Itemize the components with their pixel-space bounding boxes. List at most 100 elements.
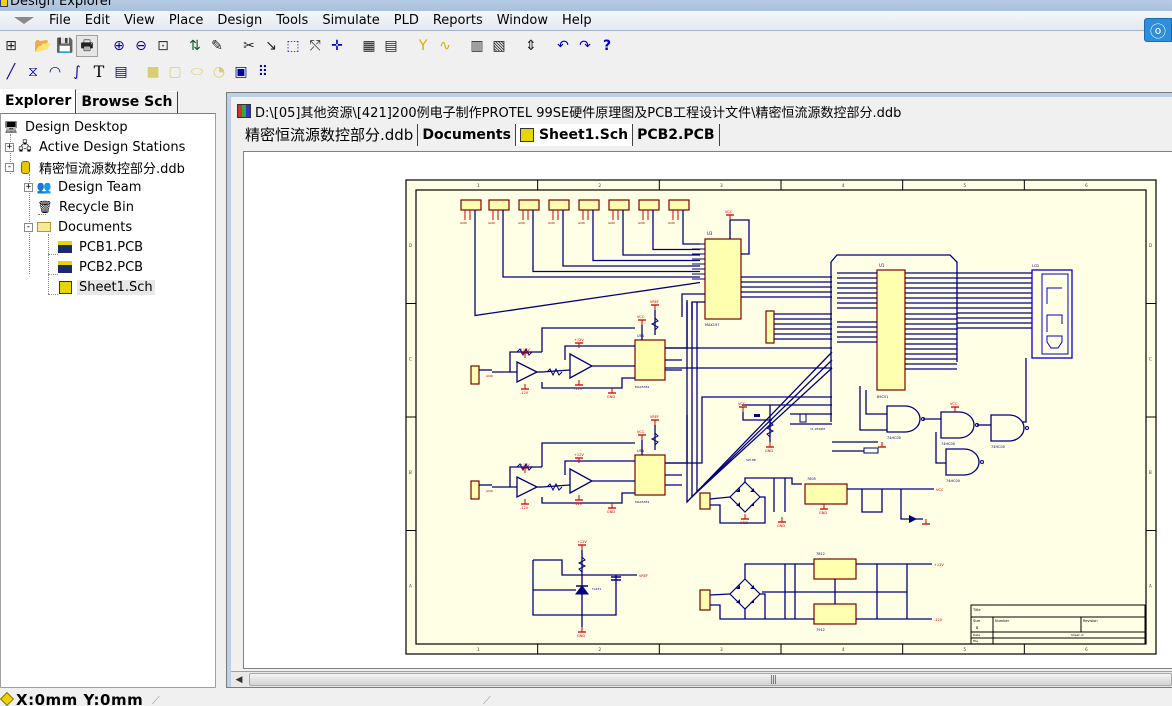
tree-item-active-design-stations[interactable]: + 🖧 Active Design Stations xyxy=(5,137,187,157)
paste-button[interactable]: ↘ xyxy=(260,35,282,57)
expand-icon[interactable]: + xyxy=(5,142,14,152)
connector xyxy=(488,199,510,211)
bezier-button[interactable]: ∫ xyxy=(66,61,88,83)
tree-item-ddb[interactable]: - 精密恒流源数控部分.ddb xyxy=(5,157,187,177)
gnd-label: -12V xyxy=(520,506,529,510)
doc-tab-sheet1[interactable]: Sheet1.Sch xyxy=(515,124,634,146)
library-button[interactable]: ▦ xyxy=(358,35,380,57)
scrollbar-thumb[interactable]: ||| xyxy=(249,673,1172,686)
browse-library-button[interactable]: ▤ xyxy=(380,35,402,57)
system-menu-button[interactable] xyxy=(6,11,42,31)
text-button[interactable]: T xyxy=(88,61,110,83)
menu-simulate[interactable]: Simulate xyxy=(315,11,386,31)
tab-explorer[interactable]: Explorer xyxy=(0,89,77,114)
expand-icon[interactable]: + xyxy=(24,182,33,192)
tree-item-design-team[interactable]: + 👥 Design Team xyxy=(24,177,143,197)
schematic-canvas[interactable]: 1 1 2 2 3 3 4 4 5 5 6 6 D D C C B B A A Title Size B Number Revi… xyxy=(243,151,1172,669)
menu-file[interactable]: File xyxy=(42,11,78,31)
tree-item-design-desktop[interactable]: 🖥 Design Desktop xyxy=(3,117,130,137)
simulate-button[interactable]: ∿ xyxy=(434,35,456,57)
voltage-regulator xyxy=(813,603,857,625)
undo-button[interactable]: ↶ xyxy=(552,35,574,57)
tree-item-recycle-bin[interactable]: 🗑 Recycle Bin xyxy=(37,197,136,217)
pie-button[interactable]: ◔ xyxy=(208,61,230,83)
scroll-left-icon[interactable]: ◀ xyxy=(231,672,247,688)
zone-label: D xyxy=(409,243,412,248)
graphic-button[interactable]: ▣ xyxy=(230,61,252,83)
gnd-label: -12V xyxy=(574,387,583,391)
doc-tab-ddb[interactable]: 精密恒流源数控部分.ddb xyxy=(241,124,419,146)
arc-button[interactable]: ◠ xyxy=(44,61,66,83)
array-paste-icon: ⠿ xyxy=(257,64,269,80)
cut-button[interactable]: ✂ xyxy=(238,35,260,57)
help-button[interactable]: ? xyxy=(596,35,618,57)
component-lib-button[interactable]: ▧ xyxy=(488,35,510,57)
simulate-icon: ∿ xyxy=(439,38,451,54)
menu-tools[interactable]: Tools xyxy=(269,11,315,31)
menu-window[interactable]: Window xyxy=(490,11,555,31)
title-label: Title xyxy=(972,608,981,612)
power-label: VCC xyxy=(637,315,645,319)
menu-place[interactable]: Place xyxy=(162,11,211,31)
print-button[interactable]: 🖶 xyxy=(76,35,98,57)
round-rectangle-icon: ▢ xyxy=(168,64,182,80)
gnd-label: GND xyxy=(486,374,494,378)
menu-design[interactable]: Design xyxy=(210,11,269,31)
gnd-label: GND xyxy=(548,221,556,225)
gnd-label: GND xyxy=(578,221,586,225)
date-label: Date xyxy=(973,633,980,637)
undo-icon: ↶ xyxy=(557,38,569,54)
move-icon: ✛ xyxy=(331,38,343,54)
line-icon: ╱ xyxy=(6,64,16,80)
menu-reports[interactable]: Reports xyxy=(426,11,490,31)
up-down-hierarchy-button[interactable]: ⇅ xyxy=(184,35,206,57)
collapse-icon[interactable]: - xyxy=(24,222,33,232)
line-button[interactable]: ╱ xyxy=(0,61,22,83)
main-toolbar: ⊞ 📂 💾 🖶 ⊕ ⊖ ⊡ ⇅ ✎ ✂ ↘ ⬚ ⤲ ✛ ▦ ▤ Y ∿ ▥ ▧ ⇕ ↶ ↷? xyxy=(0,33,1172,59)
rectangle-button[interactable]: ■ xyxy=(142,61,164,83)
move-button[interactable]: ✛ xyxy=(326,35,348,57)
polygon-button[interactable]: ⧖ xyxy=(22,61,44,83)
status-divider-icon: ⟋ xyxy=(483,694,491,706)
tree-item-documents[interactable]: - Documents xyxy=(24,217,134,237)
doc-tab-documents[interactable]: Documents xyxy=(418,124,516,146)
zoom-in-button[interactable]: ⊕ xyxy=(108,35,130,57)
cross-probe-button[interactable]: ✎ xyxy=(206,35,228,57)
array-paste-button[interactable]: ⠿ xyxy=(252,61,274,83)
ellipse-button[interactable]: ⬭ xyxy=(186,61,208,83)
tab-browse-sch[interactable]: Browse Sch xyxy=(76,91,178,113)
menu-pld[interactable]: PLD xyxy=(387,11,426,31)
arrow-down-icon xyxy=(14,17,34,24)
select-area-button[interactable]: ⬚ xyxy=(282,35,304,57)
round-rectangle-button[interactable]: ▢ xyxy=(164,61,186,83)
tree-item-pcb2[interactable]: PCB2.PCB xyxy=(57,257,145,277)
deselect-button[interactable]: ⤲ xyxy=(304,35,326,57)
chip-label: LCD xyxy=(1032,264,1039,268)
save-button[interactable]: 💾 xyxy=(54,35,76,57)
design-manager-button[interactable]: ⊞ xyxy=(0,35,22,57)
tree-item-pcb1[interactable]: PCB1.PCB xyxy=(57,237,145,257)
redo-button[interactable]: ↷ xyxy=(574,35,596,57)
probe-button[interactable]: Y xyxy=(412,35,434,57)
component-button[interactable]: ▥ xyxy=(466,35,488,57)
status-divider-icon: ⟋ xyxy=(152,694,160,706)
text-frame-button[interactable]: ▤ xyxy=(110,61,132,83)
increment-part-icon: ⇕ xyxy=(525,38,537,54)
menu-help[interactable]: Help xyxy=(555,11,599,31)
zone-label: 3 xyxy=(720,647,723,652)
library-icon: ▦ xyxy=(362,38,376,54)
zoom-fit-button[interactable]: ⊡ xyxy=(152,35,174,57)
horizontal-scrollbar[interactable]: ◀ ||| xyxy=(231,671,1172,687)
menu-view[interactable]: View xyxy=(117,11,162,31)
doc-tab-pcb2[interactable]: PCB2.PCB xyxy=(633,124,720,146)
mcu-chip xyxy=(876,269,906,391)
menu-edit[interactable]: Edit xyxy=(78,11,117,31)
zone-label: C xyxy=(1149,356,1152,361)
collapse-icon[interactable]: - xyxy=(5,162,14,172)
gnd-label: GND xyxy=(608,221,616,225)
open-button[interactable]: 📂 xyxy=(32,35,54,57)
zone-label: 3 xyxy=(720,183,723,188)
zoom-out-button[interactable]: ⊖ xyxy=(130,35,152,57)
tree-item-sheet1[interactable]: Sheet1.Sch xyxy=(57,277,155,297)
increment-part-button[interactable]: ⇕ xyxy=(520,35,542,57)
